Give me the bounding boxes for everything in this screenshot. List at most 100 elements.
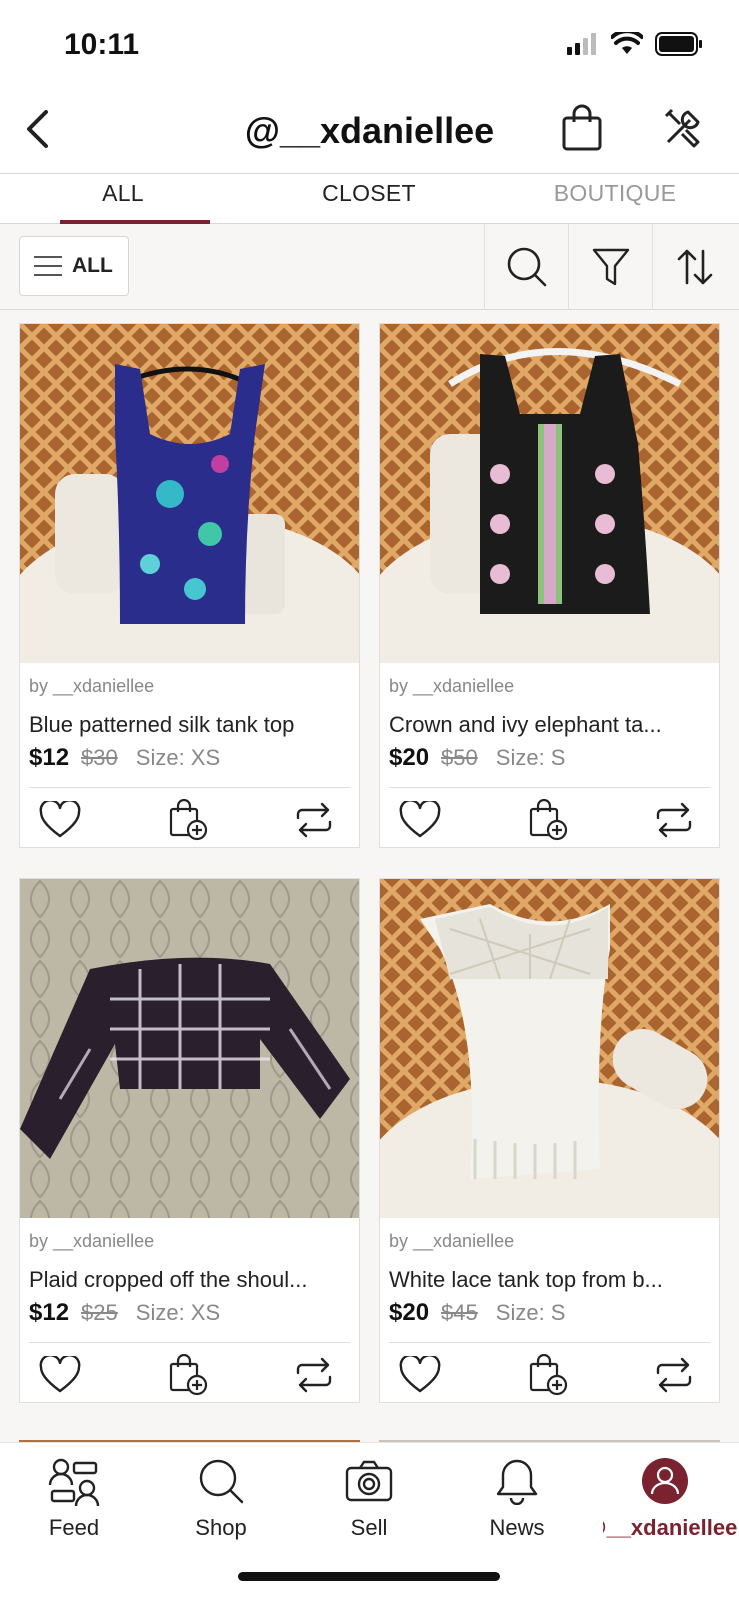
listing-seller[interactable]: by __xdaniellee (389, 1231, 514, 1252)
listing-card[interactable]: by __xdaniellee White lace tank top from… (379, 878, 720, 1403)
listing-original-price: $25 (81, 1300, 118, 1325)
listing-price-row: $12 $25 Size: XS (29, 1299, 220, 1327)
category-menu-button[interactable]: ALL (19, 236, 129, 296)
listing-price-row: $20 $45 Size: S (389, 1299, 565, 1327)
listing-title[interactable]: White lace tank top from b... (389, 1267, 711, 1293)
card-divider (389, 787, 710, 788)
listing-grid: by __xdaniellee Blue patterned silk tank… (0, 310, 739, 1445)
listing-original-price: $50 (441, 745, 478, 770)
sort-button[interactable] (652, 224, 736, 310)
bag-plus-icon (529, 1354, 568, 1396)
share-button[interactable] (652, 798, 696, 842)
like-button[interactable] (38, 798, 82, 842)
listing-card[interactable]: by __xdaniellee Plaid cropped off the sh… (19, 878, 360, 1403)
heart-icon (399, 1356, 441, 1393)
add-to-bundle-button[interactable] (527, 798, 571, 842)
page-title: @__xdaniellee (244, 110, 495, 151)
bag-plus-icon (169, 799, 208, 841)
nav-news[interactable]: News (457, 1453, 577, 1553)
listing-actions (20, 792, 359, 848)
tab-closet[interactable]: CLOSET (246, 174, 492, 223)
filter-icon (592, 248, 629, 286)
add-to-bundle-button[interactable] (167, 1353, 211, 1397)
add-to-bundle-button[interactable] (527, 1353, 571, 1397)
filter-bar: ALL (0, 224, 739, 310)
add-to-bundle-button[interactable] (167, 798, 211, 842)
listing-price: $12 (29, 1299, 70, 1326)
cellular-signal-icon (567, 33, 596, 55)
nav-news-label: News (489, 1515, 545, 1540)
listing-title[interactable]: Blue patterned silk tank top (29, 712, 351, 738)
search-icon (199, 1459, 244, 1504)
bag-plus-icon (529, 799, 568, 841)
listing-price-row: $20 $50 Size: S (389, 744, 565, 772)
shopping-bag-button[interactable] (560, 104, 610, 158)
nav-sell[interactable]: Sell (309, 1453, 429, 1553)
feed-icon (48, 1458, 100, 1507)
status-time: 10:11 (64, 28, 140, 61)
listing-size: Size: XS (135, 1300, 221, 1325)
listing-photo[interactable] (380, 324, 719, 663)
listing-seller[interactable]: by __xdaniellee (29, 1231, 154, 1252)
like-button[interactable] (38, 1353, 82, 1397)
share-button[interactable] (652, 1353, 696, 1397)
listing-original-price: $30 (81, 745, 118, 770)
repost-icon (296, 802, 332, 838)
listing-price: $20 (389, 1299, 430, 1326)
bag-plus-icon (169, 1354, 208, 1396)
nav-feed-label: Feed (48, 1515, 100, 1540)
tab-boutique-label: BOUTIQUE (553, 180, 677, 206)
listing-photo[interactable] (380, 879, 719, 1218)
repost-icon (296, 1357, 332, 1393)
avatar-icon (642, 1458, 688, 1504)
listing-price-row: $12 $30 Size: XS (29, 744, 220, 772)
wifi-icon (611, 32, 643, 54)
listing-actions (20, 1347, 359, 1403)
like-button[interactable] (398, 1353, 442, 1397)
listing-title[interactable]: Crown and ivy elephant ta... (389, 712, 711, 738)
tab-boutique[interactable]: BOUTIQUE (492, 174, 738, 223)
listing-seller[interactable]: by __xdaniellee (389, 676, 514, 697)
heart-icon (399, 801, 441, 838)
tools-button[interactable] (660, 104, 712, 156)
home-indicator (238, 1572, 500, 1581)
battery-icon (655, 32, 702, 56)
listing-size: Size: S (495, 1300, 566, 1325)
listing-actions (380, 792, 719, 848)
tab-all[interactable]: ALL (0, 174, 246, 224)
nav-sell-label: Sell (350, 1515, 388, 1540)
bell-icon (496, 1459, 538, 1505)
menu-icon (34, 256, 62, 276)
tools-icon (664, 108, 700, 148)
listing-card[interactable]: by __xdaniellee Blue patterned silk tank… (19, 323, 360, 848)
listing-card[interactable]: by __xdaniellee Crown and ivy elephant t… (379, 323, 720, 848)
nav-shop-label: Shop (195, 1515, 247, 1540)
tabs: ALL CLOSET BOUTIQUE (0, 174, 739, 224)
listing-photo[interactable] (20, 879, 359, 1218)
like-button[interactable] (398, 798, 442, 842)
nav-feed[interactable]: Feed (14, 1453, 134, 1553)
nav-shop[interactable]: Shop (161, 1453, 281, 1553)
shopping-bag-icon (562, 104, 602, 151)
listing-actions (380, 1347, 719, 1403)
status-bar: 10:11 (0, 0, 739, 90)
status-icons (567, 32, 703, 56)
search-icon (507, 247, 546, 287)
share-button[interactable] (292, 1353, 336, 1397)
category-menu-label: ALL (72, 254, 113, 277)
listing-title[interactable]: Plaid cropped off the shoul... (29, 1267, 351, 1293)
search-button[interactable] (484, 224, 568, 310)
share-button[interactable] (292, 798, 336, 842)
camera-icon (345, 1460, 393, 1502)
nav-profile[interactable]: @__xdaniellee (603, 1453, 739, 1553)
tab-closet-label: CLOSET (322, 180, 416, 206)
repost-icon (656, 802, 692, 838)
repost-icon (656, 1357, 692, 1393)
listing-photo[interactable] (20, 324, 359, 663)
nav-profile-label: @__xdaniellee (603, 1515, 738, 1540)
card-divider (29, 1342, 350, 1343)
listing-seller[interactable]: by __xdaniellee (29, 676, 154, 697)
card-divider (389, 1342, 710, 1343)
filter-button[interactable] (568, 224, 652, 310)
heart-icon (39, 801, 81, 838)
